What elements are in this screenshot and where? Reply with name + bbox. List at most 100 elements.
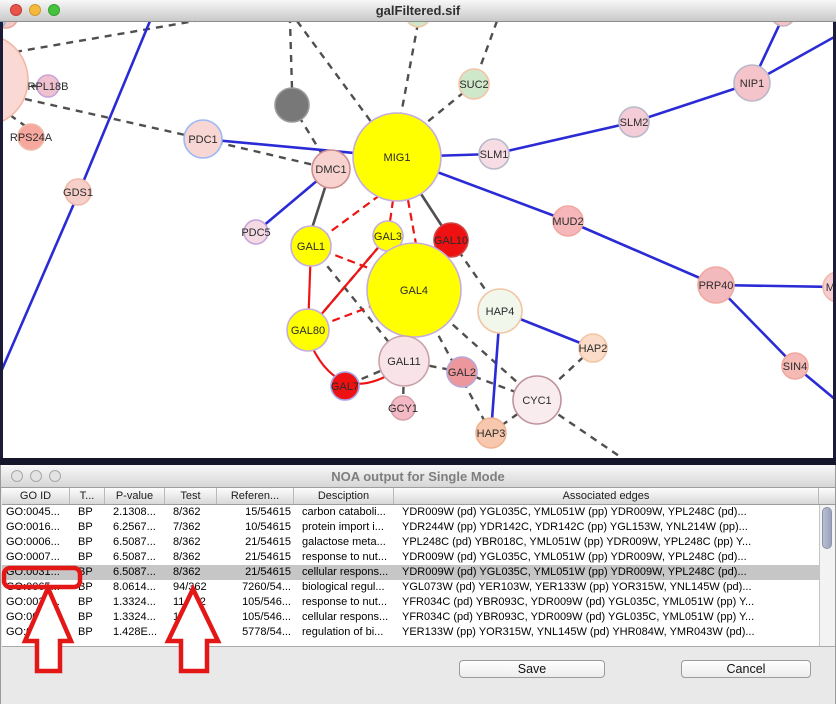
node-label-gal1: GAL1 xyxy=(297,241,325,253)
node-label-cyc1: CYC1 xyxy=(522,395,551,407)
table-row[interactable]: GO:0007...BP6.5087...8/36221/54615respon… xyxy=(2,550,835,565)
node-label-mud2: MUD2 xyxy=(552,216,583,228)
table-cell: YGL073W (pd) YER103W, YER133W (pp) YOR31… xyxy=(394,580,819,595)
table-cell: 21/54615 xyxy=(217,550,294,565)
node-label-rpl18b: RPL18B xyxy=(28,81,69,93)
header-cell-p-value[interactable]: P-value xyxy=(105,488,165,504)
node-label-gal10: GAL10 xyxy=(434,235,468,247)
table-cell: carbon cataboli... xyxy=(294,505,394,520)
edge xyxy=(568,221,716,285)
header-cell-associated-edges[interactable]: Associated edges xyxy=(394,488,819,504)
table-row[interactable]: GO:0006...BP6.5087...8/36221/54615galact… xyxy=(2,535,835,550)
node-label-gcy1: GCY1 xyxy=(388,403,418,415)
vertical-scrollbar[interactable] xyxy=(819,505,835,646)
table-cell: 6.2567... xyxy=(105,520,165,535)
window-separator xyxy=(0,458,836,465)
table-row[interactable]: GO:0031...BP6.5087...8/36221/54615cellul… xyxy=(2,565,835,580)
table-cell: YDR244W (pp) YDR142C, YDR142C (pp) YGL15… xyxy=(394,520,819,535)
save-button[interactable]: Save xyxy=(459,660,605,678)
table-cell: 6.5087... xyxy=(105,565,165,580)
cancel-button[interactable]: Cancel xyxy=(681,660,811,678)
node-label-gal3: GAL3 xyxy=(374,231,402,243)
header-cell-referen-[interactable]: Referen... xyxy=(217,488,294,504)
table-cell: 5778/54... xyxy=(217,625,294,640)
table-cell: BP xyxy=(70,565,105,580)
edge xyxy=(408,200,416,244)
node-label-suc2: SUC2 xyxy=(459,79,488,91)
header-cell-go-id[interactable]: GO ID xyxy=(2,488,70,504)
table-cell: GO:0065... xyxy=(2,580,70,595)
edge xyxy=(290,21,292,88)
network-canvas[interactable]: RPL18BRPS24AGDS1PDC1MIG1DMC1PDC5GAL1GAL3… xyxy=(0,21,836,458)
table-cell: 8/362 xyxy=(165,565,217,580)
results-table: GO IDT...P-valueTestReferen...Desciption… xyxy=(2,488,835,647)
table-cell: YDR009W (pd) YGL035C, YML051W (pp) YDR00… xyxy=(394,565,819,580)
graph-window: RPL18BRPS24AGDS1PDC1MIG1DMC1PDC5GAL1GAL3… xyxy=(0,0,836,458)
network-svg: RPL18BRPS24AGDS1PDC1MIG1DMC1PDC5GAL1GAL3… xyxy=(3,21,833,458)
edge xyxy=(3,192,79,374)
table-cell: 1.3324... xyxy=(105,610,165,625)
table-cell: YDR009W (pd) YGL035C, YML051W (pp) YDR00… xyxy=(394,550,819,565)
header-cell-test[interactable]: Test xyxy=(165,488,217,504)
scrollbar-thumb[interactable] xyxy=(822,507,832,549)
table-cell: 105/546... xyxy=(217,610,294,625)
edge xyxy=(79,21,150,192)
table-body: GO:0045...BP2.1308...8/36215/54615carbon… xyxy=(2,505,835,640)
table-cell: 8/362 xyxy=(165,550,217,565)
node-label-gal7: GAL7 xyxy=(331,381,359,393)
table-cell: GO:0050... xyxy=(2,625,70,640)
table-cell: response to nut... xyxy=(294,595,394,610)
table-cell: regulation of bi... xyxy=(294,625,394,640)
table-row[interactable]: GO:0016...BP6.2567...7/36210/54615protei… xyxy=(2,520,835,535)
node-label-gal80: GAL80 xyxy=(291,325,325,337)
table-cell: BP xyxy=(70,595,105,610)
edge xyxy=(15,21,195,52)
header-cell-desciption[interactable]: Desciption xyxy=(294,488,394,504)
node-label-pdc5: PDC5 xyxy=(241,227,270,239)
noa-window-titlebar[interactable]: NOA output for Single Mode xyxy=(1,465,835,488)
table-cell: 105/546... xyxy=(217,595,294,610)
graph-window-titlebar[interactable]: galFiltered.sif xyxy=(0,0,836,22)
table-cell: BP xyxy=(70,520,105,535)
node-label-hap3: HAP3 xyxy=(477,428,506,440)
table-row[interactable]: GO:0045...BP2.1308...8/36215/54615carbon… xyxy=(2,505,835,520)
table-cell: 21/54615 xyxy=(217,565,294,580)
table-row[interactable]: GO:0031...BP1.3324...11/362105/546...res… xyxy=(2,595,835,610)
node-bigpink[interactable] xyxy=(3,34,28,126)
node-label-pdc1: PDC1 xyxy=(188,134,217,146)
table-row[interactable]: GO:0031...BP1.3324...11/362105/546...cel… xyxy=(2,610,835,625)
node-label-gal11: GAL11 xyxy=(387,356,420,368)
table-cell: GO:0007... xyxy=(2,550,70,565)
node-label-prp40: PRP40 xyxy=(699,280,734,292)
node-label-slm1: SLM1 xyxy=(480,149,509,161)
header-cell-t-[interactable]: T... xyxy=(70,488,105,504)
table-cell: 8.0614... xyxy=(105,580,165,595)
table-cell: YER133W (pp) YOR315W, YNL145W (pd) YHR08… xyxy=(394,625,819,640)
node-graynode[interactable] xyxy=(275,88,309,122)
table-cell: biological regul... xyxy=(294,580,394,595)
edge xyxy=(400,23,418,120)
table-cell: 6.5087... xyxy=(105,535,165,550)
table-cell: BP xyxy=(70,535,105,550)
table-cell: 2.1308... xyxy=(105,505,165,520)
table-row[interactable]: GO:0065...BP8.0614...94/3627260/54...bio… xyxy=(2,580,835,595)
node-label-hap2: HAP2 xyxy=(579,343,608,355)
node-label-dmc1: DMC1 xyxy=(315,164,346,176)
table-cell: 11/362 xyxy=(165,595,217,610)
table-cell: 1.3324... xyxy=(105,595,165,610)
table-cell: 8/362 xyxy=(165,505,217,520)
table-cell: 8/362 xyxy=(165,535,217,550)
table-cell: GO:0006... xyxy=(2,535,70,550)
table-cell: 94/362 xyxy=(165,580,217,595)
table-cell: cellular respons... xyxy=(294,610,394,625)
table-cell: BP xyxy=(70,505,105,520)
table-cell: GO:0031... xyxy=(2,610,70,625)
table-cell: galactose meta... xyxy=(294,535,394,550)
node-label-mig1: MIG1 xyxy=(384,152,411,164)
edge xyxy=(494,122,634,154)
node-label-msn: MSN xyxy=(826,282,833,294)
table-row[interactable]: GO:0050...BP1.428E...80/3625778/54...reg… xyxy=(2,625,835,640)
table-cell: protein import i... xyxy=(294,520,394,535)
table-header-row: GO IDT...P-valueTestReferen...Desciption… xyxy=(2,488,835,505)
table-cell: 11/362 xyxy=(165,610,217,625)
